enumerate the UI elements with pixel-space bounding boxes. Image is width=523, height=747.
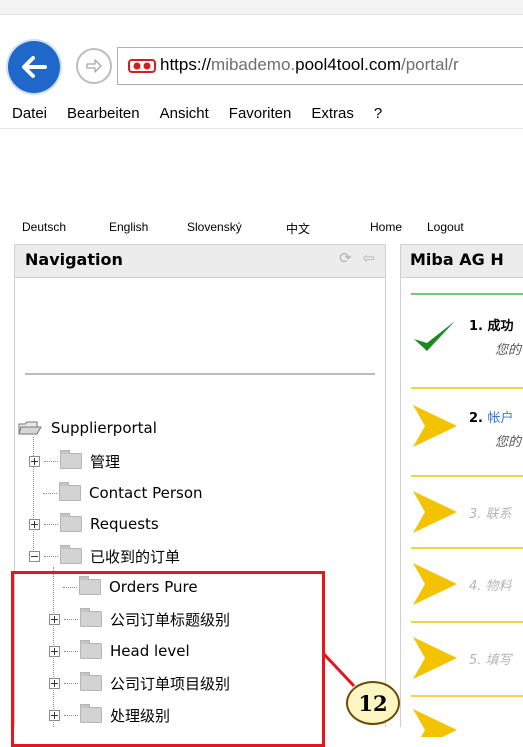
step-divider xyxy=(411,293,523,295)
step-divider xyxy=(411,621,523,623)
yellow-arrow-icon xyxy=(413,563,457,605)
step-divider xyxy=(411,387,523,389)
navigation-separator xyxy=(25,373,375,375)
step-4: 4. 物料 xyxy=(411,561,523,611)
yellow-arrow-icon xyxy=(413,709,457,737)
step-1-number: 1. xyxy=(469,319,483,334)
step-3-text: 联系 xyxy=(485,507,512,522)
menu-datei[interactable]: Datei xyxy=(12,105,47,122)
yellow-arrow-icon xyxy=(413,491,457,533)
home-link[interactable]: Home xyxy=(370,220,402,234)
address-bar[interactable]: https://mibademo.pool4tool.com/portal/r xyxy=(117,47,523,85)
step-5-number: 5. xyxy=(469,653,482,668)
address-url: https://mibademo.pool4tool.com/portal/r xyxy=(160,55,459,75)
step-5-text: 填写 xyxy=(485,653,512,668)
tree-connector xyxy=(44,523,58,525)
content-header: Miba AG H xyxy=(400,244,523,278)
tree-label: Contact Person xyxy=(89,484,203,502)
step-1-text: 成功 xyxy=(487,319,514,334)
url-domain: pool4tool.com xyxy=(295,55,401,74)
forward-arrow-icon xyxy=(86,59,102,73)
step-4-text: 物料 xyxy=(485,579,512,594)
menu-extras[interactable]: Extras xyxy=(311,105,354,122)
tree-connector xyxy=(44,460,58,462)
url-path: /portal/r xyxy=(400,55,459,74)
tree-connector xyxy=(43,492,57,494)
step-3-label: 3. 联系 xyxy=(469,503,512,522)
tree-label: 已收到的订单 xyxy=(90,547,181,566)
annotation-badge: 12 xyxy=(346,681,400,725)
expand-icon[interactable] xyxy=(29,455,40,467)
menu-help[interactable]: ? xyxy=(374,105,382,122)
yellow-arrow-icon xyxy=(413,405,457,447)
back-button[interactable] xyxy=(8,41,60,93)
navigation-title: Navigation xyxy=(25,250,123,269)
refresh-icon[interactable]: ⟳ xyxy=(339,249,352,267)
url-subdomain: mibademo. xyxy=(211,55,296,74)
collapse-icon[interactable]: ⇦ xyxy=(362,249,375,267)
content-title: Miba AG H xyxy=(410,250,504,269)
step-3: 3. 联系 xyxy=(411,489,523,539)
site-security-icon xyxy=(128,59,156,73)
folder-icon xyxy=(60,450,82,469)
logout-link[interactable]: Logout xyxy=(427,220,464,234)
step-divider xyxy=(411,695,523,697)
lang-english[interactable]: English xyxy=(109,220,148,234)
expand-icon[interactable] xyxy=(29,518,40,530)
folder-icon xyxy=(59,482,81,501)
step-2-sub: 您的 xyxy=(495,435,522,450)
tree-root[interactable]: Supplierportal xyxy=(17,416,157,440)
step-4-label: 4. 物料 xyxy=(469,575,512,594)
url-scheme: https:// xyxy=(160,55,212,74)
step-1-label: 1. 成功 xyxy=(469,315,514,334)
tree-item-manage[interactable]: 管理 xyxy=(29,449,120,473)
tree-item-requests[interactable]: Requests xyxy=(29,512,159,536)
navigation-header-icons: ⟳ ⇦ xyxy=(339,249,375,267)
tree-label: Supplierportal xyxy=(51,419,157,437)
lang-chinese[interactable]: 中文 xyxy=(286,220,310,237)
back-arrow-icon xyxy=(22,56,47,78)
step-2: 2. 帐户 您的 xyxy=(411,399,523,469)
tree-label: 管理 xyxy=(90,452,121,471)
step-5-label: 5. 填写 xyxy=(469,649,512,668)
tree-item-received-orders[interactable]: 已收到的订单 xyxy=(29,544,180,568)
tree-connector xyxy=(44,555,58,557)
menu-favoriten[interactable]: Favoriten xyxy=(229,105,292,122)
forward-button[interactable] xyxy=(76,48,112,84)
step-2-text[interactable]: 帐户 xyxy=(488,411,514,426)
step-2-number: 2. xyxy=(469,411,483,426)
folder-open-icon xyxy=(18,421,42,435)
step-divider xyxy=(411,475,523,477)
lang-deutsch[interactable]: Deutsch xyxy=(22,220,66,234)
menu-bar: Datei Bearbeiten Ansicht Favoriten Extra… xyxy=(0,98,523,129)
menu-bearbeiten[interactable]: Bearbeiten xyxy=(67,105,140,122)
step-2-label: 2. 帐户 xyxy=(469,407,514,426)
tree-item-contact-person[interactable]: Contact Person xyxy=(43,481,203,505)
step-divider xyxy=(411,547,523,549)
checkmark-icon xyxy=(414,321,455,351)
browser-chrome: https://mibademo.pool4tool.com/portal/r … xyxy=(0,0,523,129)
tree-label: Requests xyxy=(90,515,159,533)
step-1: 1. 成功 您的 xyxy=(411,307,523,377)
step-4-number: 4. xyxy=(469,579,482,594)
window-top-strip xyxy=(0,0,523,15)
folder-icon xyxy=(60,513,82,532)
step-1-sub: 您的 xyxy=(495,343,522,358)
yellow-arrow-icon xyxy=(413,637,457,679)
highlight-box xyxy=(11,571,325,747)
menu-ansicht[interactable]: Ansicht xyxy=(160,105,209,122)
content-body: 1. 成功 您的 2. 帐户 您的 3. 联系 4. 物料 5. 填写 xyxy=(400,277,523,737)
lang-slovensky[interactable]: Slovenský xyxy=(187,220,242,234)
step-5: 5. 填写 xyxy=(411,635,523,685)
navigation-header: Navigation ⟳ ⇦ xyxy=(14,244,386,278)
folder-icon xyxy=(60,545,82,564)
collapse-toggle-icon[interactable] xyxy=(29,550,40,562)
step-3-number: 3. xyxy=(469,507,482,522)
